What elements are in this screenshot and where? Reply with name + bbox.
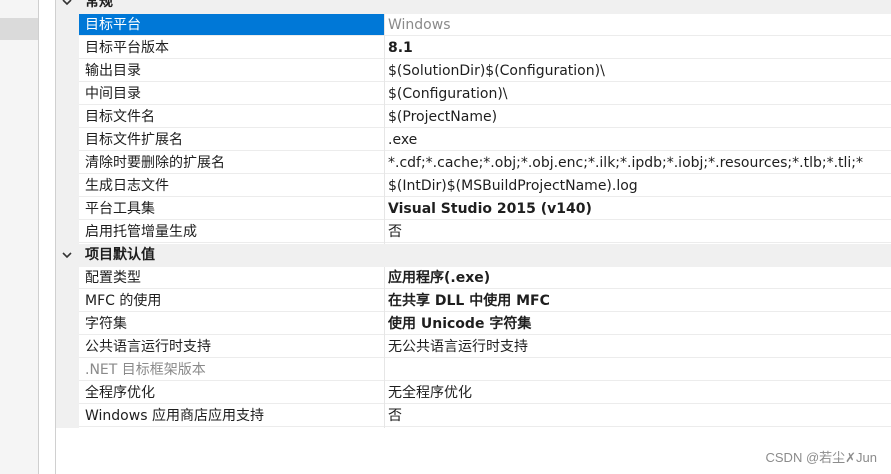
property-value[interactable]: Windows	[385, 14, 891, 36]
chevron-down-icon[interactable]	[60, 0, 74, 9]
property-value[interactable]: $(IntDir)$(MSBuildProjectName).log	[385, 175, 891, 197]
row-gutter	[56, 405, 79, 428]
row-gutter	[56, 267, 79, 290]
left-pane-selected-item[interactable]	[0, 18, 38, 40]
row-gutter	[56, 221, 79, 244]
category-row[interactable]: 常规	[56, 0, 891, 14]
property-name[interactable]: 清除时要删除的扩展名	[79, 152, 385, 174]
property-value[interactable]: 在共享 DLL 中使用 MFC	[385, 290, 891, 312]
row-gutter	[56, 359, 79, 382]
property-name[interactable]: 输出目录	[79, 60, 385, 82]
property-grid: 常规目标平台 Windows 目标平台版本 8.1 输出目录 $(SolutionDir)…	[55, 0, 891, 474]
property-row[interactable]: 全程序优化 无全程序优化	[56, 382, 891, 405]
row-gutter	[56, 83, 79, 106]
property-name[interactable]: Windows 应用商店应用支持	[79, 405, 385, 427]
chevron-down-icon[interactable]	[60, 248, 74, 262]
category-row[interactable]: 项目默认值	[56, 244, 891, 267]
row-gutter	[56, 152, 79, 175]
property-value[interactable]: 应用程序(.exe)	[385, 267, 891, 289]
property-row[interactable]: 启用托管增量生成否	[56, 221, 891, 244]
property-name[interactable]: .NET 目标框架版本	[79, 359, 385, 381]
property-row[interactable]: 平台工具集 Visual Studio 2015 (v140)	[56, 198, 891, 221]
property-name[interactable]: 目标文件扩展名	[79, 129, 385, 151]
property-value[interactable]: 否	[385, 405, 891, 427]
property-value[interactable]: 否	[385, 221, 891, 243]
row-gutter	[56, 129, 79, 152]
property-row[interactable]: 公共语言运行时支持 无公共语言运行时支持	[56, 336, 891, 359]
row-gutter	[56, 290, 79, 313]
property-row[interactable]: 目标文件名 $(ProjectName)	[56, 106, 891, 129]
property-row[interactable]: 字符集 使用 Unicode 字符集	[56, 313, 891, 336]
row-gutter	[56, 37, 79, 60]
property-row[interactable]: 配置类型 应用程序(.exe)	[56, 267, 891, 290]
property-row[interactable]: Windows 应用商店应用支持否	[56, 405, 891, 428]
property-row[interactable]: 清除时要删除的扩展名 *.cdf;*.cache;*.obj;*.obj.enc;…	[56, 152, 891, 175]
property-value[interactable]: 无公共语言运行时支持	[385, 336, 891, 358]
property-name[interactable]: 字符集	[79, 313, 385, 335]
row-gutter	[56, 175, 79, 198]
property-value[interactable]: 8.1	[385, 37, 891, 59]
property-value[interactable]: 使用 Unicode 字符集	[385, 313, 891, 335]
property-row[interactable]: .NET 目标框架版本	[56, 359, 891, 382]
property-value[interactable]: 无全程序优化	[385, 382, 891, 404]
property-row[interactable]: 中间目录 $(Configuration)\	[56, 83, 891, 106]
row-gutter	[56, 60, 79, 83]
property-name[interactable]: 生成日志文件	[79, 175, 385, 197]
property-name[interactable]: 全程序优化	[79, 382, 385, 404]
property-name[interactable]: 配置类型	[79, 267, 385, 289]
row-gutter	[56, 313, 79, 336]
property-value[interactable]: $(SolutionDir)$(Configuration)\	[385, 60, 891, 82]
row-gutter	[56, 336, 79, 359]
property-name[interactable]: 公共语言运行时支持	[79, 336, 385, 358]
property-name[interactable]: 中间目录	[79, 83, 385, 105]
property-value[interactable]: Visual Studio 2015 (v140)	[385, 198, 891, 220]
property-value[interactable]: $(ProjectName)	[385, 106, 891, 128]
category-label: 常规	[85, 0, 113, 10]
property-row[interactable]: 目标平台版本 8.1	[56, 37, 891, 60]
row-gutter	[56, 382, 79, 405]
property-row[interactable]: 目标文件扩展名 .exe	[56, 129, 891, 152]
property-name[interactable]: 目标平台	[79, 14, 385, 36]
property-value[interactable]: *.cdf;*.cache;*.obj;*.obj.enc;*.ilk;*.ip…	[385, 152, 891, 174]
property-row[interactable]: 输出目录 $(SolutionDir)$(Configuration)\	[56, 60, 891, 83]
property-value[interactable]	[385, 359, 891, 381]
property-name[interactable]: 启用托管增量生成	[79, 221, 385, 243]
property-name[interactable]: 目标文件名	[79, 106, 385, 128]
property-row[interactable]: 目标平台 Windows	[56, 14, 891, 37]
row-gutter	[56, 198, 79, 221]
property-name[interactable]: 平台工具集	[79, 198, 385, 220]
watermark: CSDN @若尘✗Jun	[765, 450, 878, 465]
property-row[interactable]: 生成日志文件 $(IntDir)$(MSBuildProjectName).log	[56, 175, 891, 198]
property-row[interactable]: MFC 的使用 在共享 DLL 中使用 MFC	[56, 290, 891, 313]
property-value[interactable]: .exe	[385, 129, 891, 151]
category-label: 项目默认值	[85, 247, 155, 263]
row-gutter	[56, 106, 79, 129]
property-name[interactable]: 目标平台版本	[79, 37, 385, 59]
pane-gap	[39, 0, 55, 474]
left-pane	[0, 0, 39, 474]
row-gutter	[56, 14, 79, 37]
property-name[interactable]: MFC 的使用	[79, 290, 385, 312]
property-value[interactable]: $(Configuration)\	[385, 83, 891, 105]
